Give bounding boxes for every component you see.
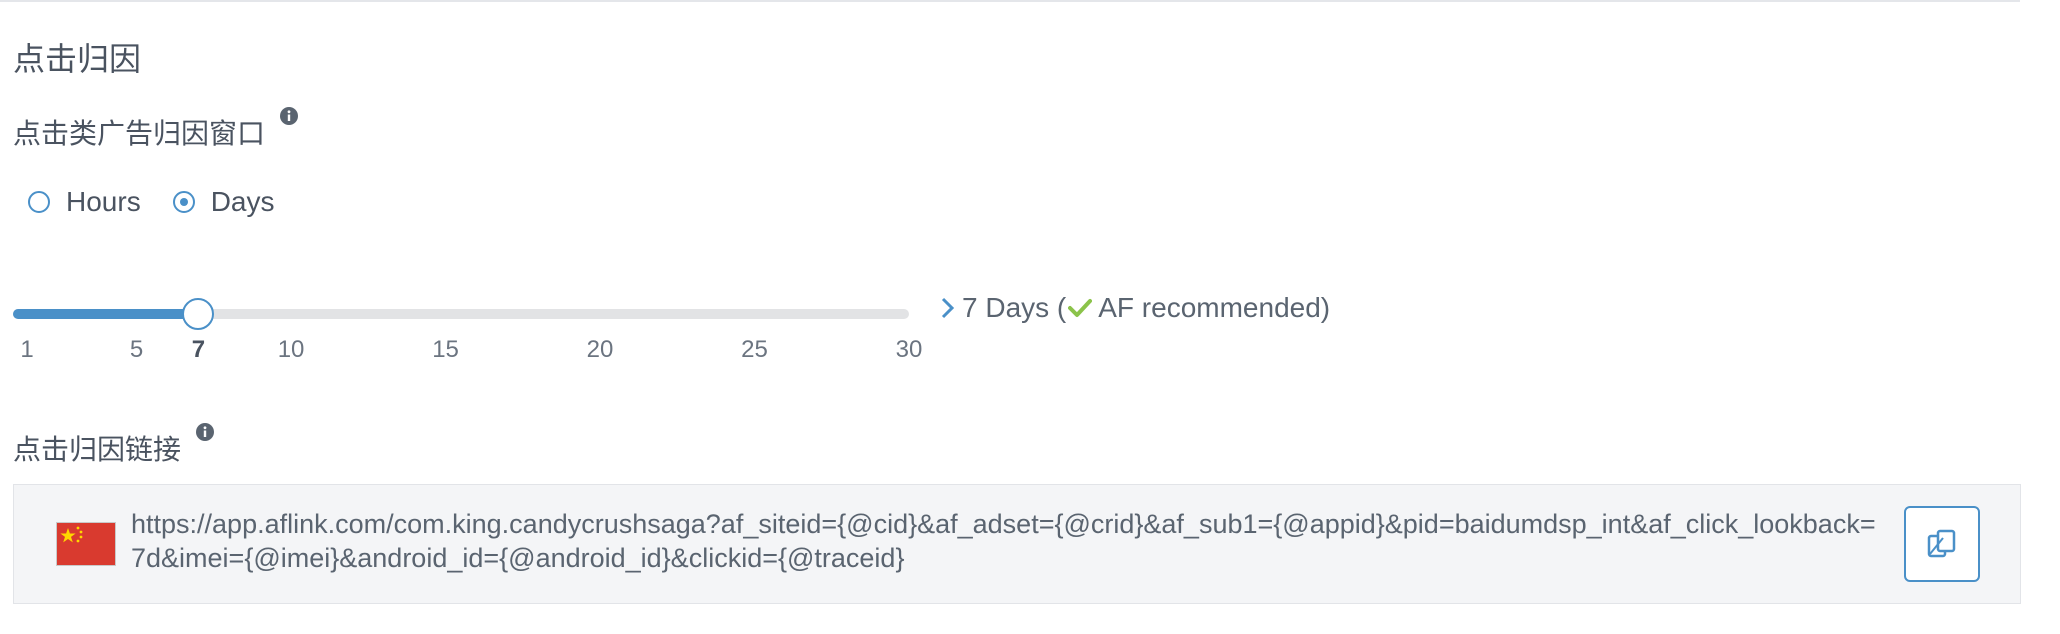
window-unit-radio-group: Hours Days: [28, 186, 307, 218]
radio-hours-circle[interactable]: [28, 191, 50, 213]
click-link-label-row: 点击归因链接: [13, 423, 215, 468]
top-divider: [0, 0, 2020, 2]
attribution-link-url: https://app.aflink.com/com.king.candycru…: [131, 509, 1876, 573]
copy-link-button[interactable]: [1904, 506, 1980, 582]
copy-icon: [1927, 529, 1956, 558]
attribution-link-box: https://app.aflink.com/com.king.candycru…: [13, 484, 2021, 604]
readout-value: 7 Days (: [962, 292, 1067, 323]
chevron-right-icon: [941, 297, 955, 319]
slider-tick-label: 20: [586, 336, 614, 363]
slider-tick-label: 5: [129, 336, 144, 363]
slider-readout: 7 Days ( AF recommended): [940, 292, 1330, 324]
click-window-label: 点击类广告归因窗口: [13, 118, 266, 149]
info-icon[interactable]: [195, 422, 215, 442]
slider-tick-label: 1: [20, 336, 34, 363]
section-title: 点击归因: [13, 41, 142, 77]
radio-days[interactable]: Days: [172, 186, 275, 218]
check-icon: [1068, 299, 1093, 317]
slider-tick-label: 10: [277, 336, 305, 363]
radio-hours-label[interactable]: Hours: [66, 186, 141, 218]
radio-days-label[interactable]: Days: [211, 186, 275, 218]
click-window-label-row: 点击类广告归因窗口: [13, 107, 299, 152]
radio-days-circle[interactable]: [172, 191, 195, 213]
slider-tick-label: 7: [191, 336, 206, 363]
radio-hours[interactable]: Hours: [28, 186, 141, 218]
china-flag-icon: [56, 522, 116, 566]
slider-handle[interactable]: [182, 298, 215, 330]
slider-tick-label: 30: [895, 336, 923, 363]
readout-recommended: AF recommended): [1098, 292, 1331, 323]
click-link-label: 点击归因链接: [13, 434, 182, 465]
lookback-slider[interactable]: 1 5 7 10 15 20 25 30: [13, 296, 922, 376]
info-icon[interactable]: [279, 106, 299, 126]
slider-tick-label: 25: [741, 336, 768, 363]
slider-tick-label: 15: [432, 336, 459, 363]
slider-fill: [13, 309, 199, 319]
